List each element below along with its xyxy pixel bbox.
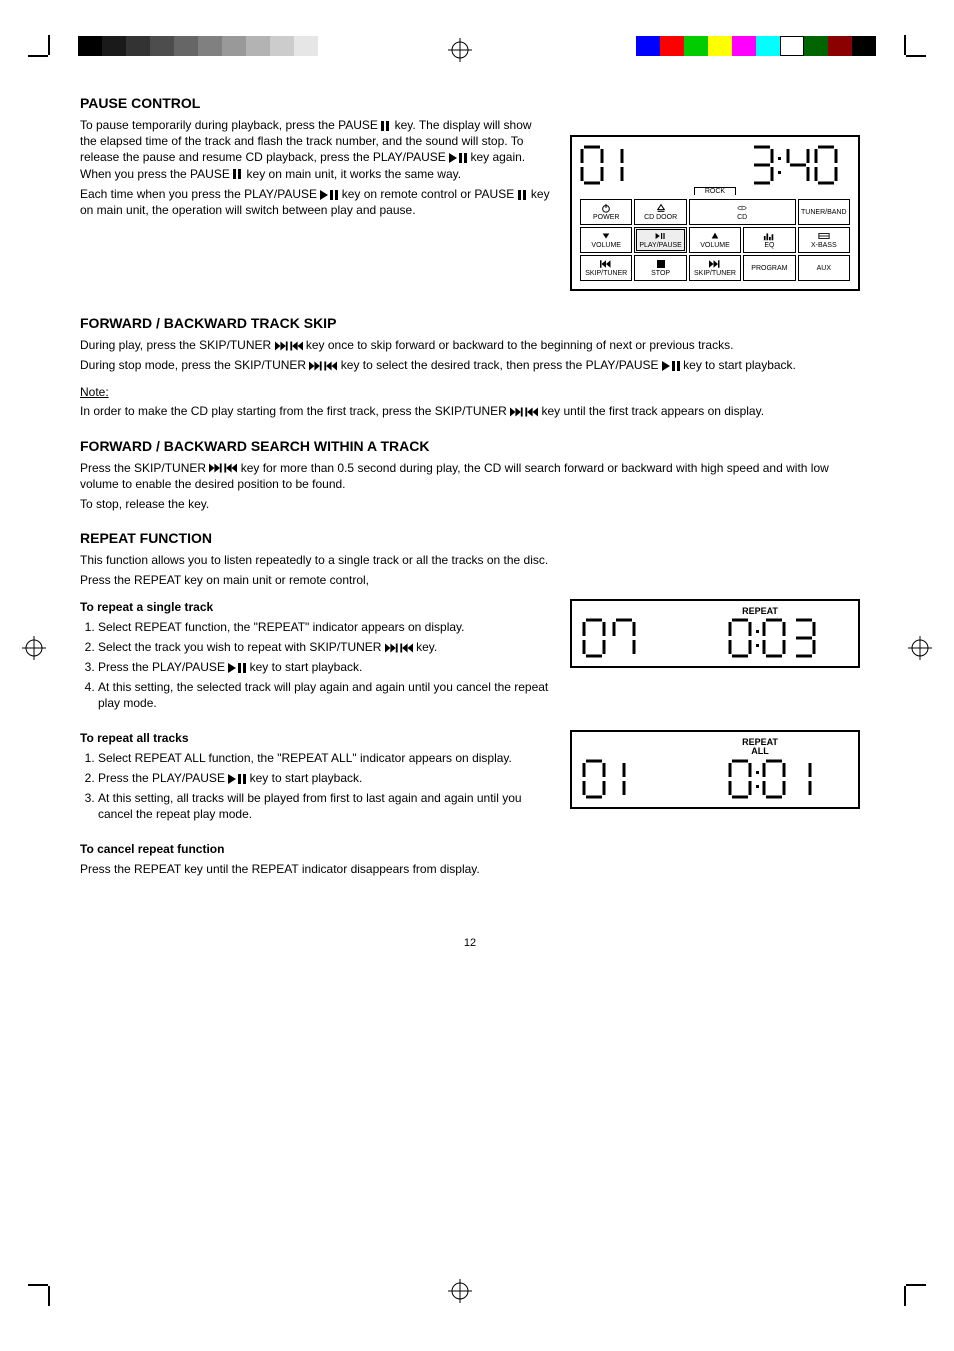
heading-pause: PAUSE CONTROL xyxy=(80,95,550,111)
skip-icons xyxy=(209,463,237,473)
pause-icon xyxy=(381,121,391,131)
skip-note: In order to make the CD play starting fr… xyxy=(80,403,860,419)
text: During stop mode, press the SKIP/TUNER xyxy=(80,358,309,372)
skip-p1: During play, press the SKIP/TUNER key on… xyxy=(80,337,860,353)
play-pause-icon xyxy=(228,774,246,784)
grayscale-bar xyxy=(78,36,318,56)
btn-tuner-band: TUNER/BAND xyxy=(798,199,850,225)
text: key to start playback. xyxy=(683,358,796,372)
play-pause-icon xyxy=(320,190,338,200)
cancel-text: Press the REPEAT key until the REPEAT in… xyxy=(80,861,860,877)
repeat-all-indicator: REPEAT ALL xyxy=(672,738,848,757)
text: Press the PLAY/PAUSE xyxy=(98,771,228,785)
btn-vol-down: VOLUME xyxy=(580,227,632,253)
text: key once to skip forward or backward to … xyxy=(306,338,734,352)
text: Select REPEAT ALL function, the "REPEAT … xyxy=(98,751,512,765)
repeat-all-steps: Select REPEAT ALL function, the "REPEAT … xyxy=(98,750,550,823)
btn-power: POWER xyxy=(580,199,632,225)
display-track xyxy=(580,145,636,185)
sub-heading-repeat-all: To repeat all tracks xyxy=(80,730,550,746)
display-time xyxy=(728,618,848,658)
repeat-intro1: This function allows you to listen repea… xyxy=(80,552,860,568)
btn-xbass: X-BASS xyxy=(798,227,850,253)
heading-repeat: REPEAT FUNCTION xyxy=(80,530,860,546)
text: key to start playback. xyxy=(250,771,363,785)
btn-aux: AUX xyxy=(798,255,850,281)
crop-mark xyxy=(48,35,50,55)
crop-mark xyxy=(906,55,926,57)
text: key to start playback. xyxy=(250,660,363,674)
skip-icons xyxy=(275,341,303,351)
display-repeat-single: REPEAT xyxy=(570,599,860,668)
text: Each time when you press the PLAY/PAUSE xyxy=(80,187,320,201)
text: Press the SKIP/TUNER xyxy=(80,461,209,475)
crop-mark xyxy=(28,1284,48,1286)
display-track xyxy=(582,759,638,799)
text: At this setting, the selected track will… xyxy=(98,680,548,710)
btn-cd: CD xyxy=(689,199,796,225)
repeat-single-steps: Select REPEAT function, the "REPEAT" ind… xyxy=(98,619,550,712)
page-number: 12 xyxy=(80,937,860,949)
heading-search: FORWARD / BACKWARD SEARCH WITHIN A TRACK xyxy=(80,438,860,454)
crop-mark xyxy=(904,1286,906,1306)
heading-skip: FORWARD / BACKWARD TRACK SKIP xyxy=(80,315,860,331)
pause-paragraph-2: Each time when you press the PLAY/PAUSE … xyxy=(80,186,550,218)
text: During play, press the SKIP/TUNER xyxy=(80,338,275,352)
display-repeat-all: REPEAT ALL xyxy=(570,730,860,809)
crop-mark xyxy=(904,35,906,55)
registration-mark-icon xyxy=(908,636,932,660)
pause-icon xyxy=(233,169,243,179)
btn-eq: EQ xyxy=(743,227,795,253)
crop-mark xyxy=(906,1284,926,1286)
text: To pause temporarily during playback, pr… xyxy=(80,118,381,132)
crop-mark xyxy=(28,55,48,57)
main-display-diagram: ROCK POWER CD DOOR CD TUNER/BAND VOLUME … xyxy=(570,135,860,291)
btn-skip-back: SKIP/TUNER xyxy=(580,255,632,281)
btn-program: PROGRAM xyxy=(743,255,795,281)
registration-mark-icon xyxy=(448,1279,472,1303)
color-bar xyxy=(636,36,876,56)
text: key until the first track appears on dis… xyxy=(542,404,765,418)
btn-skip-fwd: SKIP/TUNER xyxy=(689,255,741,281)
registration-mark-icon xyxy=(448,38,472,62)
page-content: PAUSE CONTROL To pause temporarily durin… xyxy=(80,95,860,949)
repeat-indicator: REPEAT xyxy=(672,607,848,616)
display-time xyxy=(750,145,850,185)
note-label: Note: xyxy=(80,385,109,399)
text: key on main unit, it works the same way. xyxy=(247,167,462,181)
crop-mark xyxy=(48,1286,50,1306)
btn-vol-up: VOLUME xyxy=(689,227,741,253)
text: Press the PLAY/PAUSE xyxy=(98,660,228,674)
btn-cd-door: CD DOOR xyxy=(634,199,686,225)
remote-buttons-grid: POWER CD DOOR CD TUNER/BAND VOLUME PLAY/… xyxy=(580,199,850,281)
skip-icons xyxy=(385,643,413,653)
play-pause-icon xyxy=(449,153,467,163)
search-p2: To stop, release the key. xyxy=(80,496,860,512)
play-pause-icon xyxy=(228,663,246,673)
skip-icons xyxy=(510,407,538,417)
pause-icon xyxy=(518,190,528,200)
text: key to select the desired track, then pr… xyxy=(341,358,662,372)
sub-heading-cancel-repeat: To cancel repeat function xyxy=(80,841,860,857)
eq-indicator: ROCK xyxy=(694,187,736,195)
sub-heading-repeat-single: To repeat a single track xyxy=(80,599,550,615)
text: At this setting, all tracks will be play… xyxy=(98,791,522,821)
text: key. xyxy=(416,640,437,654)
registration-mark-icon xyxy=(22,636,46,660)
pause-paragraph-1: To pause temporarily during playback, pr… xyxy=(80,117,550,182)
display-track xyxy=(582,618,638,658)
search-p1: Press the SKIP/TUNER key for more than 0… xyxy=(80,460,860,492)
text: Select the track you wish to repeat with… xyxy=(98,640,385,654)
skip-p2: During stop mode, press the SKIP/TUNER k… xyxy=(80,357,860,373)
play-pause-icon xyxy=(662,361,680,371)
repeat-intro2: Press the REPEAT key on main unit or rem… xyxy=(80,572,860,588)
text: Select REPEAT function, the "REPEAT" ind… xyxy=(98,620,464,634)
btn-stop: STOP xyxy=(634,255,686,281)
text: key on remote control or PAUSE xyxy=(342,187,518,201)
skip-icons xyxy=(309,361,337,371)
btn-play-pause: PLAY/PAUSE xyxy=(634,227,686,253)
display-time xyxy=(728,759,848,799)
text: In order to make the CD play starting fr… xyxy=(80,404,510,418)
